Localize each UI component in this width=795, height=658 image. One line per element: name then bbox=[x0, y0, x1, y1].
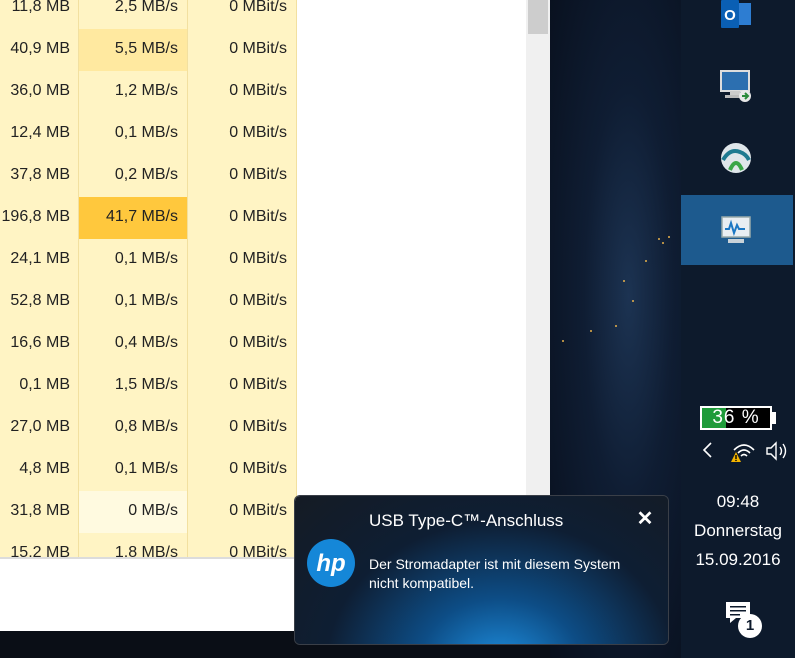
battery-percent: 36 % bbox=[712, 407, 760, 428]
toast-message: Der Stromadapter ist mit diesem System n… bbox=[369, 556, 621, 591]
svg-text:hp: hp bbox=[316, 550, 345, 577]
memory-cell: 12,4 MB bbox=[0, 113, 78, 155]
outlook-icon[interactable]: O bbox=[716, 0, 756, 34]
network-cell: 0 MBit/s bbox=[188, 407, 296, 449]
table-row[interactable]: 24,1 MB 0,1 MB/s 0 MBit/s bbox=[0, 239, 297, 281]
wifi-warning-icon[interactable] bbox=[730, 440, 756, 464]
column-divider bbox=[187, 0, 188, 557]
table-row[interactable]: 11,8 MB 2,5 MB/s 0 MBit/s bbox=[0, 0, 297, 29]
volume-icon[interactable] bbox=[765, 440, 789, 462]
memory-cell: 15,2 MB bbox=[0, 533, 78, 557]
memory-cell: 16,6 MB bbox=[0, 323, 78, 365]
table-row[interactable]: 31,8 MB 0 MB/s 0 MBit/s bbox=[0, 491, 297, 533]
disk-cell: 0,1 MB/s bbox=[79, 113, 187, 155]
network-cell: 0 MBit/s bbox=[188, 113, 296, 155]
memory-cell: 196,8 MB bbox=[0, 197, 78, 239]
disk-cell: 1,5 MB/s bbox=[79, 365, 187, 407]
table-row[interactable]: 15,2 MB 1,8 MB/s 0 MBit/s bbox=[0, 533, 297, 557]
resource-monitor-icon[interactable] bbox=[716, 210, 756, 250]
memory-cell: 37,8 MB bbox=[0, 155, 78, 197]
disk-cell: 0,1 MB/s bbox=[79, 239, 187, 281]
disk-cell: 0,1 MB/s bbox=[79, 281, 187, 323]
network-cell: 0 MBit/s bbox=[188, 239, 296, 281]
table-row[interactable]: 12,4 MB 0,1 MB/s 0 MBit/s bbox=[0, 113, 297, 155]
close-icon[interactable]: ✕ bbox=[634, 508, 656, 530]
table-row[interactable]: 0,1 MB 1,5 MB/s 0 MBit/s bbox=[0, 365, 297, 407]
network-cell: 0 MBit/s bbox=[188, 533, 296, 557]
memory-cell: 40,9 MB bbox=[0, 29, 78, 71]
network-cell: 0 MBit/s bbox=[188, 0, 296, 29]
remote-desktop-icon[interactable] bbox=[716, 66, 756, 106]
disk-cell: 0,4 MB/s bbox=[79, 323, 187, 365]
vertical-scrollbar[interactable] bbox=[526, 0, 550, 557]
process-table: 11,8 MB 2,5 MB/s 0 MBit/s 40,9 MB 5,5 MB/s 0 … bbox=[0, 0, 297, 557]
column-divider bbox=[296, 0, 297, 557]
clock-day[interactable]: Donnerstag bbox=[681, 521, 795, 541]
disk-cell: 0,2 MB/s bbox=[79, 155, 187, 197]
toast-notification[interactable]: hp USB Type-C™-Anschluss ✕ Der Stromadap… bbox=[295, 496, 668, 644]
memory-cell: 0,1 MB bbox=[0, 365, 78, 407]
chevron-left-icon[interactable] bbox=[699, 440, 719, 460]
disk-cell: 0,1 MB/s bbox=[79, 449, 187, 491]
network-cell: 0 MBit/s bbox=[188, 71, 296, 113]
network-cell: 0 MBit/s bbox=[188, 281, 296, 323]
clock-time[interactable]: 09:48 bbox=[681, 492, 795, 512]
memory-cell: 24,1 MB bbox=[0, 239, 78, 281]
disk-cell: 2,5 MB/s bbox=[79, 0, 187, 29]
network-cell: 0 MBit/s bbox=[188, 449, 296, 491]
network-cell: 0 MBit/s bbox=[188, 491, 296, 533]
memory-cell: 36,0 MB bbox=[0, 71, 78, 113]
scrollbar-thumb[interactable] bbox=[528, 0, 548, 34]
notification-count-badge: 1 bbox=[738, 614, 762, 638]
disk-cell: 41,7 MB/s bbox=[79, 197, 187, 239]
disk-cell: 1,2 MB/s bbox=[79, 71, 187, 113]
table-row[interactable]: 16,6 MB 0,4 MB/s 0 MBit/s bbox=[0, 323, 297, 365]
clock-date[interactable]: 15.09.2016 bbox=[681, 550, 795, 570]
memory-cell: 11,8 MB bbox=[0, 0, 78, 29]
table-row[interactable]: 37,8 MB 0,2 MB/s 0 MBit/s bbox=[0, 155, 297, 197]
disk-cell: 0,8 MB/s bbox=[79, 407, 187, 449]
table-row[interactable]: 4,8 MB 0,1 MB/s 0 MBit/s bbox=[0, 449, 297, 491]
svg-text:O: O bbox=[724, 7, 736, 24]
hp-logo: hp bbox=[307, 539, 355, 587]
network-cell: 0 MBit/s bbox=[188, 365, 296, 407]
table-row[interactable]: 52,8 MB 0,1 MB/s 0 MBit/s bbox=[0, 281, 297, 323]
network-cell: 0 MBit/s bbox=[188, 29, 296, 71]
disk-cell: 0 MB/s bbox=[79, 491, 187, 533]
disk-cell: 5,5 MB/s bbox=[79, 29, 187, 71]
memory-cell: 27,0 MB bbox=[0, 407, 78, 449]
toast-title: USB Type-C™-Anschluss bbox=[369, 511, 564, 530]
network-cell: 0 MBit/s bbox=[188, 323, 296, 365]
memory-cell: 52,8 MB bbox=[0, 281, 78, 323]
battery-tip bbox=[772, 412, 776, 424]
network-sync-icon[interactable] bbox=[716, 138, 756, 178]
memory-cell: 31,8 MB bbox=[0, 491, 78, 533]
table-row[interactable]: 40,9 MB 5,5 MB/s 0 MBit/s bbox=[0, 29, 297, 71]
table-row[interactable]: 36,0 MB 1,2 MB/s 0 MBit/s bbox=[0, 71, 297, 113]
network-cell: 0 MBit/s bbox=[188, 197, 296, 239]
memory-cell: 4,8 MB bbox=[0, 449, 78, 491]
column-divider bbox=[78, 0, 79, 557]
disk-cell: 1,8 MB/s bbox=[79, 533, 187, 557]
network-cell: 0 MBit/s bbox=[188, 155, 296, 197]
table-row[interactable]: 196,8 MB 41,7 MB/s 0 MBit/s bbox=[0, 197, 297, 239]
table-row[interactable]: 27,0 MB 0,8 MB/s 0 MBit/s bbox=[0, 407, 297, 449]
battery-indicator[interactable]: 36 % bbox=[700, 406, 772, 430]
